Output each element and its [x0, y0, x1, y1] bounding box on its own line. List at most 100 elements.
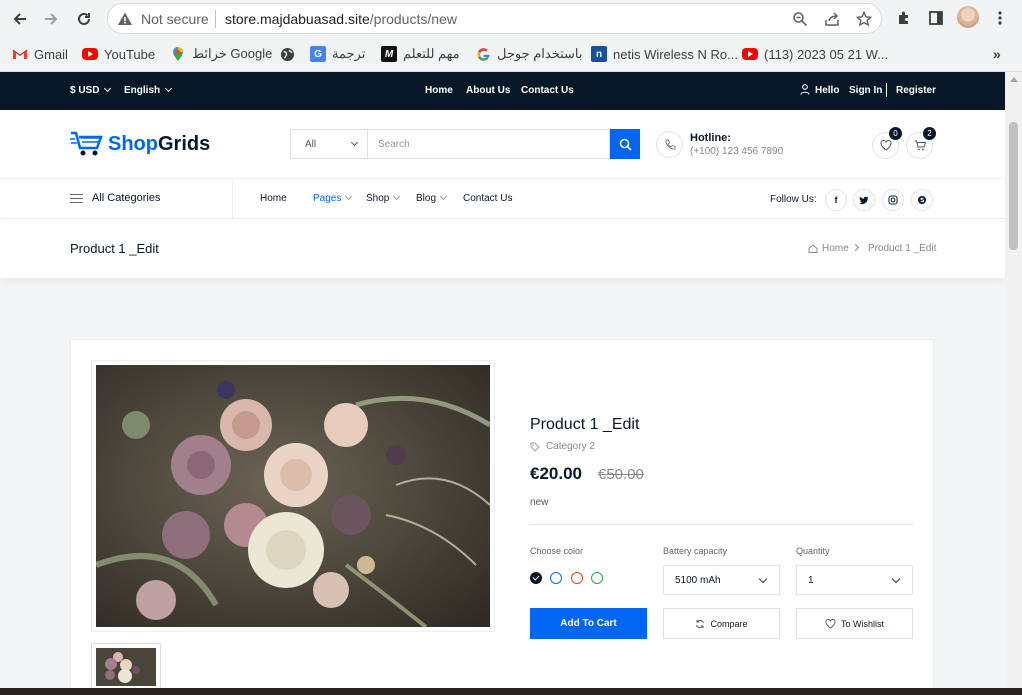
nav-home[interactable]: Home: [260, 193, 287, 204]
color-swatch-blue[interactable]: [550, 572, 562, 584]
wishlist-button[interactable]: 0: [872, 127, 902, 159]
nav-shop-label: Shop: [366, 193, 390, 204]
top-link-home[interactable]: Home: [425, 85, 453, 96]
search-category-select[interactable]: All: [290, 129, 367, 159]
battery-select[interactable]: 5100 mAh: [663, 565, 780, 595]
skype-icon[interactable]: [911, 189, 933, 211]
topbar-divider: [886, 83, 887, 97]
chevron-down-icon: [758, 574, 768, 584]
bookmark-label: خرائط Google: [192, 46, 273, 61]
bookmark-label: Gmail: [34, 46, 68, 62]
bookmark-youtube-video[interactable]: (113) 2023 05 21 W...: [742, 45, 888, 63]
all-categories-button[interactable]: All Categories: [70, 192, 160, 204]
quantity-select[interactable]: 1: [796, 565, 913, 595]
twitter-icon[interactable]: [853, 189, 875, 211]
facebook-icon[interactable]: f: [825, 189, 847, 211]
language-label: English: [124, 85, 161, 96]
nav-pages[interactable]: Pages: [313, 192, 353, 204]
top-link-contact[interactable]: Contact Us: [521, 85, 574, 96]
wishlist-add-label: To Wishlist: [840, 618, 884, 629]
site-logo[interactable]: ShopGrids: [70, 130, 210, 158]
search-button[interactable]: [610, 129, 640, 159]
url-text[interactable]: store.majdabuasad.site/products/new: [225, 11, 457, 27]
wishlist-add-button[interactable]: To Wishlist: [796, 608, 913, 639]
currency-dropdown[interactable]: $ USD: [70, 84, 112, 96]
site-header: ShopGrids All Search Hotline: (+100) 123…: [0, 110, 1005, 179]
page-scrollbar[interactable]: [1005, 72, 1022, 695]
profile-avatar[interactable]: [957, 6, 979, 28]
color-swatch-green[interactable]: [591, 572, 603, 584]
share-icon[interactable]: [823, 10, 841, 28]
side-panel-icon[interactable]: [926, 8, 946, 28]
bookmark-netis[interactable]: n netis Wireless N Ro...: [591, 45, 738, 63]
breadcrumb: Product 1 _Edit Home Product 1 _Edit: [0, 219, 1005, 278]
top-link-about[interactable]: About Us: [466, 85, 510, 96]
url-host: store.majdabuasad.site: [225, 11, 370, 27]
translate-icon: G: [310, 46, 326, 62]
product-title: Product 1 _Edit: [530, 416, 640, 433]
hello-text: Hello: [815, 85, 840, 96]
address-bar[interactable]: Not secure store.majdabuasad.site/produc…: [107, 3, 882, 34]
product-old-price: €50.00: [598, 466, 644, 483]
forward-icon[interactable]: [40, 8, 62, 30]
zoom-icon[interactable]: [791, 10, 809, 28]
hotline-label: Hotline:: [690, 132, 731, 144]
breadcrumb-home[interactable]: Home: [808, 243, 849, 254]
bookmark-gmail[interactable]: Gmail: [12, 45, 68, 63]
nav-shop[interactable]: Shop: [366, 192, 401, 204]
battery-label: Battery capacity: [663, 546, 728, 556]
browser-toolbar: Not secure store.majdabuasad.site/produc…: [0, 0, 1022, 37]
nav-contact[interactable]: Contact Us: [463, 193, 512, 204]
chevron-right-icon: [851, 243, 860, 252]
bookmark-globe[interactable]: [279, 45, 295, 63]
nav-pages-label: Pages: [313, 193, 342, 204]
search-category-value: All: [305, 139, 317, 150]
refresh-icon: [696, 619, 705, 628]
color-swatch-black[interactable]: [530, 572, 542, 584]
search-input[interactable]: Search: [367, 129, 610, 159]
color-label: Choose color: [530, 546, 584, 556]
bookmark-youtube[interactable]: YouTube: [82, 45, 155, 63]
cart-icon: [914, 140, 926, 151]
product-thumbnail[interactable]: [91, 643, 161, 691]
nav-blog[interactable]: Blog: [416, 192, 448, 204]
cart-button[interactable]: 2: [906, 127, 936, 159]
user-icon: [800, 84, 810, 98]
m-icon: M: [381, 46, 397, 62]
back-icon[interactable]: [9, 8, 31, 30]
wishlist-count-badge: 0: [889, 127, 902, 140]
bookmark-learning[interactable]: M مهم للتعلم: [381, 45, 460, 63]
bookmark-maps[interactable]: خرائط Google: [170, 45, 272, 63]
logo-prefix: Shop: [108, 132, 158, 155]
warning-icon[interactable]: [117, 11, 133, 32]
scroll-thumb[interactable]: [1009, 122, 1018, 250]
tag-icon: [530, 442, 540, 452]
color-swatch-red[interactable]: [571, 572, 583, 584]
main-navbar: All Categories Home Pages Shop Blog Cont…: [0, 179, 1005, 219]
bookmark-label: ترجمة: [332, 46, 366, 61]
top-bar: $ USD English Home About Us Contact Us H…: [0, 72, 1005, 110]
breadcrumb-current: Product 1 _Edit: [868, 243, 937, 254]
register-link[interactable]: Register: [896, 85, 936, 96]
bookmark-google[interactable]: باستخدام جوجل: [475, 45, 583, 63]
not-secure-label[interactable]: Not secure: [141, 11, 209, 27]
language-dropdown[interactable]: English: [124, 84, 173, 96]
scroll-up-icon[interactable]: [1010, 77, 1018, 82]
extensions-icon[interactable]: [894, 8, 914, 28]
gmail-icon: [12, 46, 28, 62]
sign-in-link[interactable]: Sign In: [849, 85, 882, 96]
reload-icon[interactable]: [73, 8, 95, 30]
product-category[interactable]: Category 2: [530, 441, 595, 452]
add-to-cart-button[interactable]: Add To Cart: [530, 608, 647, 639]
menu-dots-icon[interactable]: [990, 8, 1010, 28]
instagram-icon[interactable]: [882, 189, 904, 211]
bookmark-label: (113) 2023 05 21 W...: [764, 46, 889, 62]
youtube-icon: [742, 48, 758, 60]
bookmarks-bar: Gmail YouTube خرائط Google G ترجمة M مهم…: [0, 37, 1022, 72]
more-bookmarks-icon[interactable]: »: [993, 45, 1001, 63]
bookmark-star-icon[interactable]: [855, 10, 873, 28]
globe-icon: [279, 46, 295, 62]
bookmark-translate[interactable]: G ترجمة: [310, 45, 365, 63]
compare-button[interactable]: Compare: [663, 608, 780, 639]
product-main-image[interactable]: [91, 360, 495, 632]
